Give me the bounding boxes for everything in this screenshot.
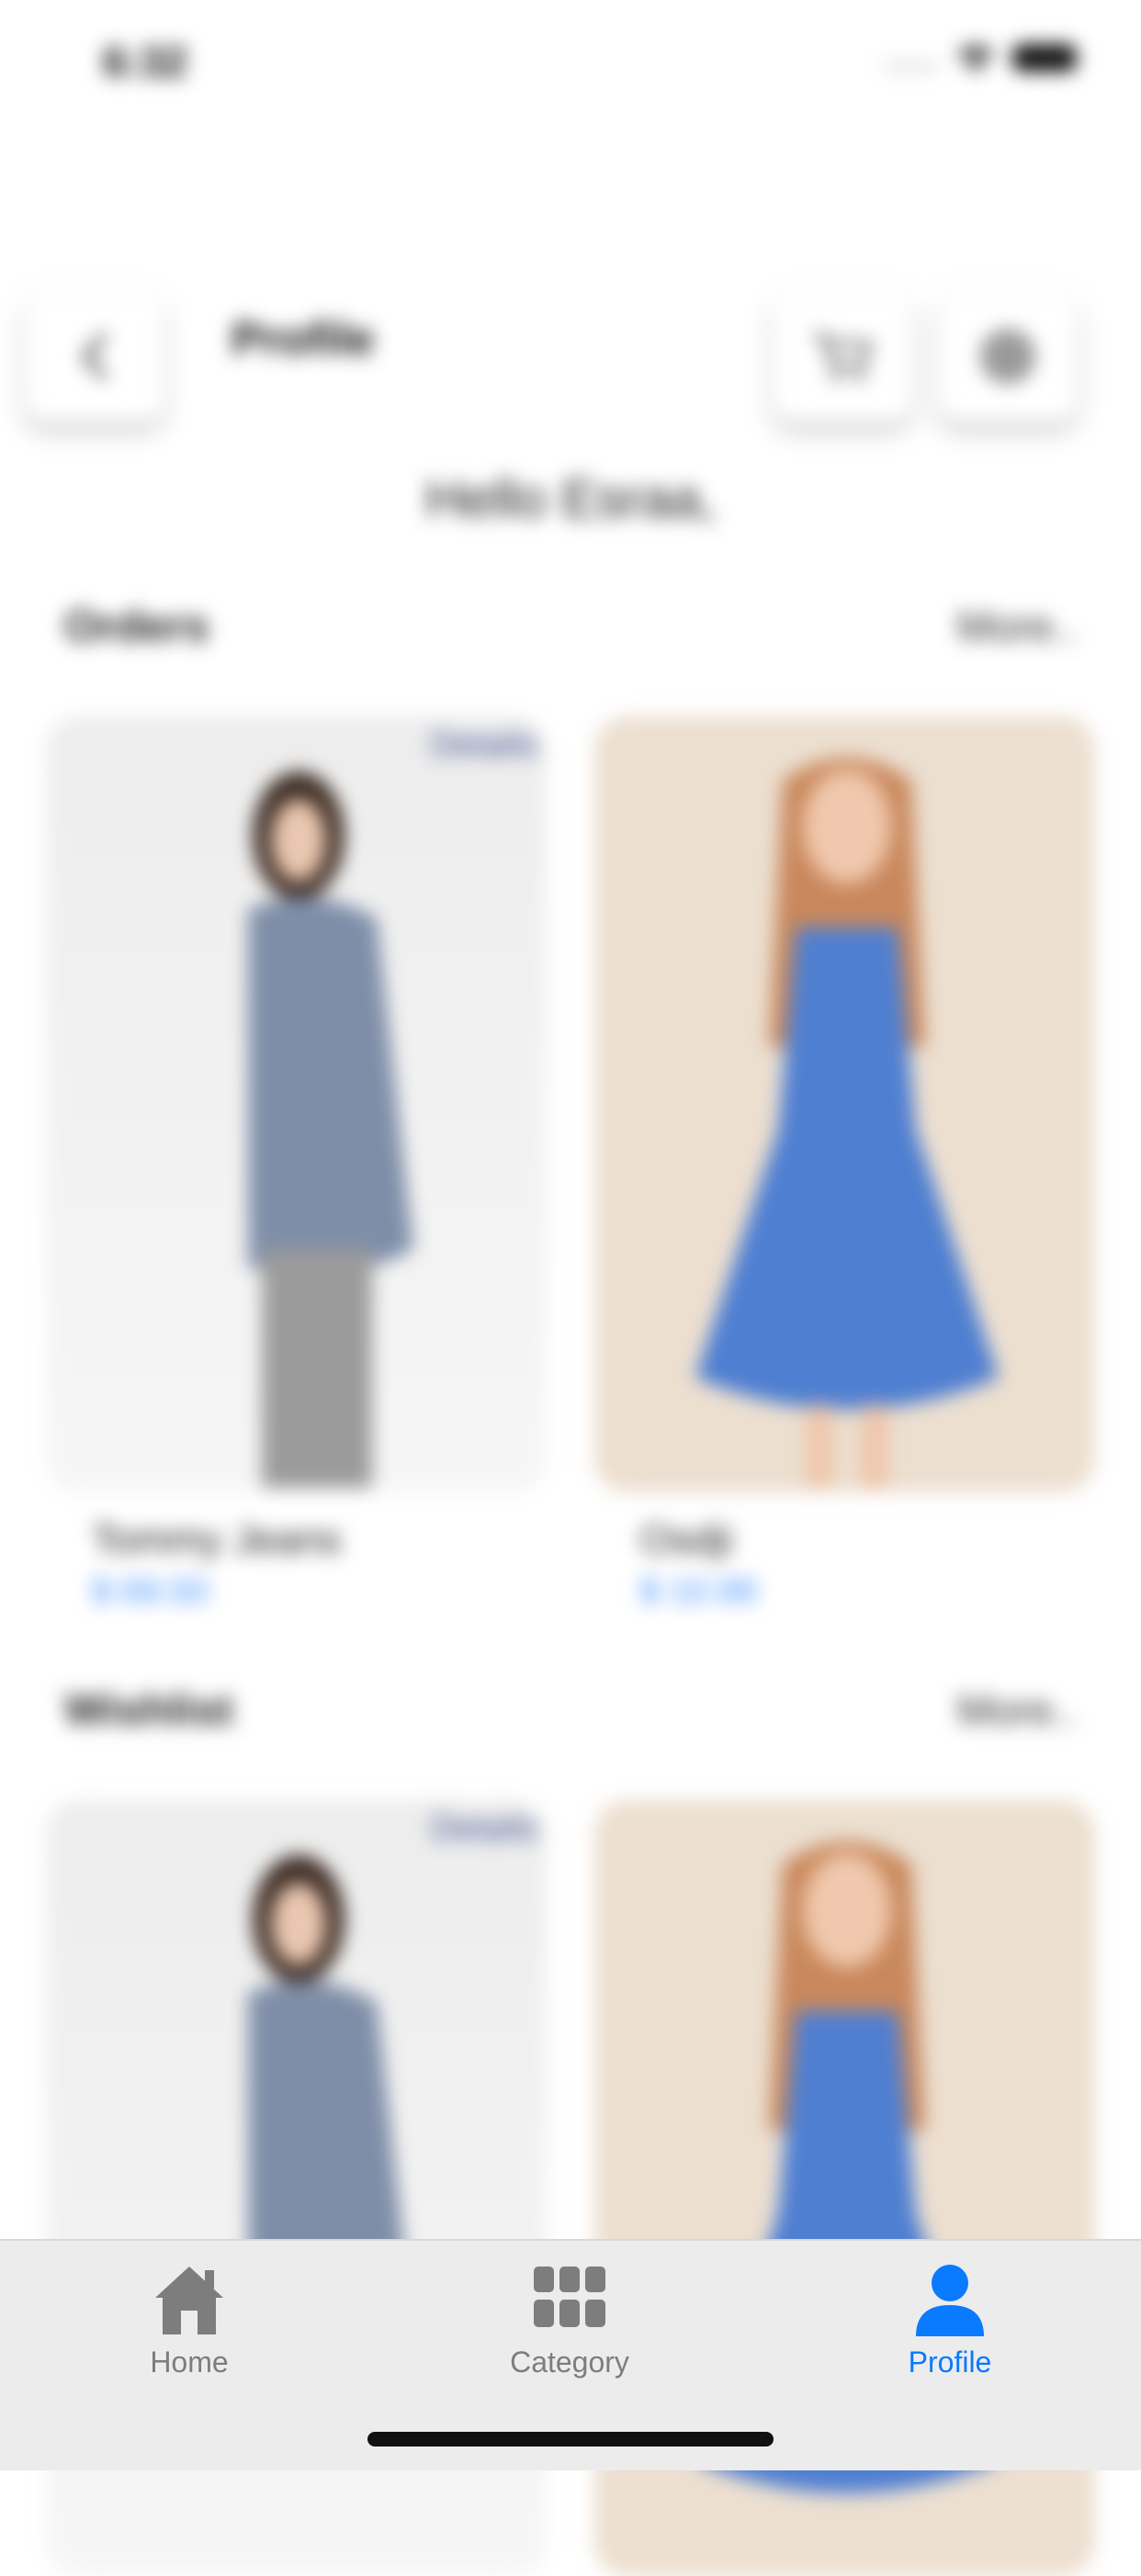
product-image [695,758,999,1488]
product-price: $ 69.50 [92,1572,209,1611]
blurred-content: 6:32 Profile Hello Esraa, Orders More.. [0,0,1141,2576]
greeting-text: Hello Esraa, [425,469,716,529]
wishlist-more-link[interactable]: More.. [957,1685,1077,1735]
signal-icon [884,63,939,69]
chevron-left-icon [81,333,107,379]
status-icons [884,44,1077,72]
back-button[interactable] [26,292,164,421]
orders-section-title: Orders [64,602,209,651]
product-price: $ 10.99 [640,1572,757,1611]
status-time: 6:32 [103,38,188,85]
grid-icon [534,2267,605,2327]
wishlist-section-title: Wishlist [64,1686,233,1735]
product-name: Tommy Jeans [92,1517,342,1562]
tab-home[interactable]: Home [51,2257,327,2379]
page-title: Profile [232,313,375,365]
settings-button[interactable] [939,292,1077,421]
tab-label: Home [150,2345,229,2379]
order-card[interactable]: Details [46,716,547,1492]
tab-label: Profile [908,2345,992,2379]
cart-button[interactable] [774,292,911,421]
home-indicator [367,2432,774,2447]
battery-icon [1012,44,1077,72]
details-link[interactable]: Details [431,726,537,765]
order-card[interactable] [594,716,1095,1492]
wifi-icon [957,46,994,72]
orders-more-link[interactable]: More.. [957,602,1077,651]
tab-label: Category [510,2345,629,2379]
product-name: Osdji [640,1517,733,1562]
tab-category[interactable]: Category [432,2257,707,2379]
cart-icon [814,333,873,381]
gear-icon [980,329,1035,384]
tab-profile[interactable]: Profile [812,2257,1088,2379]
house-icon [155,2267,223,2334]
details-link[interactable]: Details [431,1809,537,1849]
person-icon [916,2265,984,2336]
product-image [248,771,413,1488]
